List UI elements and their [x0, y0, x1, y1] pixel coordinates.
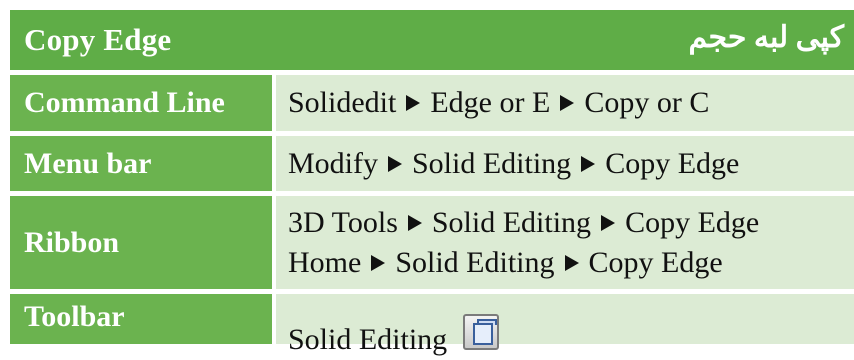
table-title-bar: Copy Edge کپی لبه حجم [10, 10, 854, 70]
table-row-command-line: Command Line Solidedit Edge or E Copy or C [10, 75, 854, 131]
value-line: Solidedit Edge or E Copy or C [288, 83, 854, 123]
arrow-right-icon [601, 214, 616, 231]
row-value: Solidedit Edge or E Copy or C [276, 75, 854, 131]
arrow-right-icon [371, 254, 386, 271]
table-row-ribbon: Ribbon 3D Tools Solid Editing Copy Edge Ho… [10, 196, 854, 289]
value-line: Solid Editing [288, 314, 854, 360]
path-step: Solid Editing [431, 205, 592, 239]
path-step: Copy Edge [605, 146, 740, 180]
row-label: Ribbon [10, 196, 272, 289]
path-step: Modify [288, 146, 378, 180]
path-step: Solid Editing [412, 146, 572, 180]
value-line: Modify Solid Editing Copy Edge [288, 144, 854, 184]
path-step: Copy or C [584, 86, 710, 119]
path-step: Edge or E [430, 86, 551, 119]
path-step: Home [288, 245, 362, 279]
title-english: Copy Edge [24, 22, 172, 57]
table-row-menu-bar: Menu bar Modify Solid Editing Copy Edge [10, 136, 854, 191]
toolbar-name: Solid Editing [288, 323, 448, 356]
value-line: 3D Tools Solid Editing Copy Edge [288, 203, 854, 243]
path-step: Copy Edge [625, 205, 760, 239]
arrow-right-icon [406, 95, 421, 112]
table-row-toolbar: Toolbar Solid Editing [10, 294, 854, 356]
arrow-right-icon [388, 155, 402, 172]
row-label: Toolbar [10, 294, 272, 344]
row-value: Solid Editing [276, 294, 854, 356]
path-step: Solid Editing [395, 245, 555, 279]
arrow-right-icon [564, 254, 579, 271]
path-step: 3D Tools [288, 205, 398, 239]
row-label: Command Line [10, 75, 272, 131]
arrow-right-icon [560, 95, 575, 112]
reference-table: Copy Edge کپی لبه حجم Command Line Solid… [0, 0, 854, 356]
title-persian: کپی لبه حجم [688, 21, 845, 54]
row-label: Menu bar [10, 136, 272, 191]
path-step: Copy Edge [588, 245, 723, 279]
arrow-right-icon [407, 214, 422, 231]
path-step: Solidedit [288, 86, 397, 119]
arrow-right-icon [581, 155, 596, 172]
row-value: 3D Tools Solid Editing Copy Edge Home Solid… [276, 196, 854, 289]
value-line: Home Solid Editing Copy Edge [288, 243, 854, 283]
copy-edge-toolbar-icon [463, 314, 500, 350]
row-value: Modify Solid Editing Copy Edge [276, 136, 854, 191]
